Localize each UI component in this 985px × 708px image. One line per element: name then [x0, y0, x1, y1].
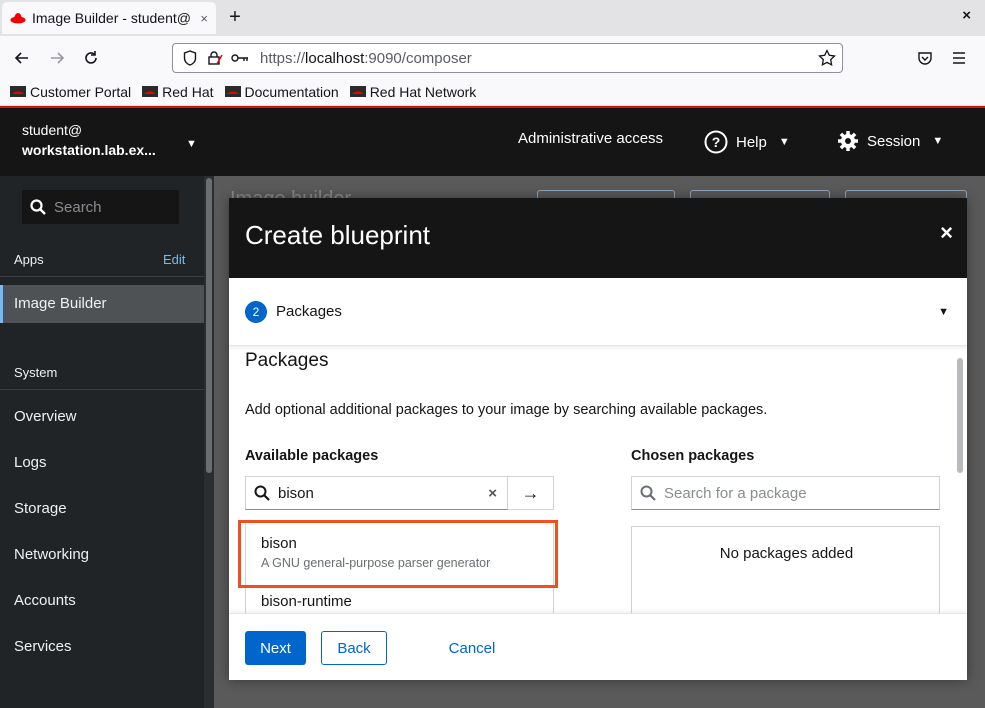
url-text[interactable]: https://localhost:9090/composer	[260, 50, 472, 67]
sidebar-system-heading: System	[14, 365, 58, 380]
highlight-box	[238, 520, 558, 588]
search-icon	[254, 485, 270, 501]
available-packages-heading: Available packages	[245, 448, 379, 464]
pocket-icon[interactable]	[915, 48, 935, 68]
redhat-favicon-icon	[10, 10, 26, 26]
url-bar[interactable]: https://localhost:9090/composer	[172, 43, 843, 73]
search-icon	[30, 199, 46, 215]
available-packages-search-input[interactable]: bison ×	[245, 476, 508, 510]
redhat-icon	[349, 85, 366, 99]
host-switcher[interactable]: student@ workstation.lab.ex...	[22, 122, 156, 158]
bookmark-customer-portal[interactable]: Customer Portal	[10, 84, 131, 100]
caret-down-icon[interactable]: ▼	[186, 138, 197, 150]
tab-close-icon[interactable]: ×	[200, 11, 208, 26]
hamburger-icon[interactable]	[949, 48, 969, 68]
bookmark-red-hat[interactable]: Red Hat	[142, 84, 214, 100]
sidebar-item-logs[interactable]: Logs	[0, 444, 204, 482]
star-icon[interactable]	[818, 48, 836, 70]
tab-title: Image Builder - student@	[32, 10, 191, 26]
sidebar-search-input[interactable]: Search	[22, 190, 179, 224]
arrow-right-icon[interactable]	[45, 46, 69, 70]
caret-down-icon: ▼	[938, 306, 949, 318]
sidebar-item-accounts[interactable]: Accounts	[0, 582, 204, 620]
svg-text:?: ?	[712, 134, 721, 150]
session-menu[interactable]: Session ▼	[837, 130, 943, 152]
list-item[interactable]: bison-runtime	[246, 593, 553, 610]
sidebar-item-overview[interactable]: Overview	[0, 398, 204, 436]
administrative-access-button[interactable]: Administrative access	[518, 130, 663, 147]
cancel-button[interactable]: Cancel	[439, 631, 505, 665]
bookmark-documentation[interactable]: Documentation	[224, 84, 339, 100]
chosen-packages-search-input[interactable]: Search for a package	[631, 476, 940, 510]
new-tab-button[interactable]: +	[224, 6, 246, 28]
bookmark-red-hat-network[interactable]: Red Hat Network	[349, 84, 476, 100]
modal-footer: Next Back Cancel	[229, 613, 967, 680]
host-name: workstation.lab.ex...	[22, 142, 156, 158]
reload-icon[interactable]	[79, 46, 103, 70]
sidebar-apps-heading: Apps	[14, 252, 44, 267]
redhat-icon	[142, 85, 159, 99]
chosen-packages-list: No packages added	[631, 526, 940, 626]
modal-scrollbar[interactable]	[955, 348, 965, 613]
step-label: Packages	[276, 303, 342, 320]
help-menu[interactable]: ? Help ▼	[704, 130, 790, 154]
sidebar-item-image-builder[interactable]: Image Builder	[0, 285, 204, 323]
search-value: bison	[278, 484, 314, 502]
divider	[0, 389, 204, 390]
search-icon	[640, 485, 656, 501]
add-package-button[interactable]: →	[508, 476, 554, 510]
section-title: Packages	[245, 350, 329, 371]
redhat-icon	[10, 85, 26, 99]
modal-title: Create blueprint	[245, 220, 430, 250]
lock-icon[interactable]	[206, 49, 224, 67]
sidebar-scrollbar[interactable]	[204, 176, 214, 708]
caret-down-icon: ▼	[932, 135, 944, 147]
wizard-step-toggle[interactable]: 2 Packages ▼	[229, 278, 967, 346]
browser-tab-bar: Image Builder - student@ × + ×	[0, 0, 985, 36]
window-close-icon[interactable]: ×	[962, 7, 971, 24]
next-button[interactable]: Next	[245, 631, 306, 665]
divider	[0, 276, 204, 277]
sidebar-item-networking[interactable]: Networking	[0, 536, 204, 574]
package-name: bison-runtime	[261, 593, 352, 610]
arrow-left-icon[interactable]	[10, 46, 34, 70]
caret-down-icon: ▼	[778, 136, 790, 148]
sidebar-item-services[interactable]: Services	[0, 628, 204, 666]
bookmarks-bar: Customer Portal Red Hat Documentation Re…	[0, 78, 985, 106]
empty-state-text: No packages added	[719, 545, 854, 562]
clear-search-icon[interactable]: ×	[488, 485, 497, 502]
close-icon[interactable]: ×	[940, 220, 953, 246]
shield-icon[interactable]	[181, 49, 199, 67]
step-number-badge: 2	[245, 300, 267, 323]
section-description: Add optional additional packages to your…	[245, 402, 768, 418]
gear-icon	[837, 130, 859, 152]
modal-header: Create blueprint ×	[229, 198, 967, 278]
key-icon[interactable]	[231, 49, 249, 67]
chosen-packages-heading: Chosen packages	[631, 448, 755, 464]
sidebar-edit-link[interactable]: Edit	[163, 252, 185, 267]
cockpit-masthead: student@ workstation.lab.ex... ▼ Adminis…	[0, 106, 985, 176]
sidebar-item-storage[interactable]: Storage	[0, 490, 204, 528]
back-button[interactable]: Back	[321, 631, 387, 665]
redhat-icon	[224, 85, 241, 99]
help-icon: ?	[704, 130, 728, 154]
host-user: student@	[22, 122, 83, 138]
browser-tab[interactable]: Image Builder - student@ ×	[2, 2, 216, 34]
create-blueprint-modal: Create blueprint × 2 Packages ▼ Packages…	[229, 198, 967, 680]
